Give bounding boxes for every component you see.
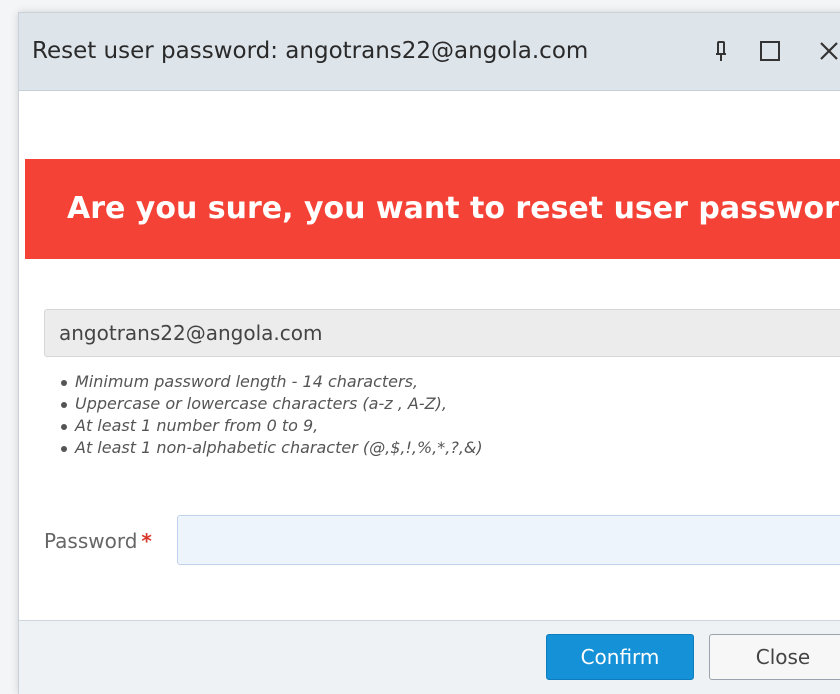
bullet-icon — [61, 402, 67, 408]
bullet-icon — [61, 380, 67, 386]
password-requirements: Minimum password length - 14 characters,… — [59, 371, 819, 459]
requirement-text: Minimum password length - 14 characters, — [75, 372, 418, 391]
password-input[interactable] — [177, 515, 840, 565]
close-icon[interactable] — [814, 36, 840, 66]
requirement-item: At least 1 number from 0 to 9, — [59, 415, 819, 437]
requirement-item: Uppercase or lowercase characters (a-z ,… — [59, 393, 819, 415]
requirement-text: At least 1 non-alphabetic character (@,$… — [75, 438, 483, 457]
requirement-item: Minimum password length - 14 characters, — [59, 371, 819, 393]
dialog-titlebar[interactable]: Reset user password: angotrans22@angola.… — [19, 13, 840, 91]
pin-icon[interactable] — [713, 36, 729, 66]
close-button[interactable]: Close — [709, 634, 840, 680]
requirement-text: Uppercase or lowercase characters (a-z ,… — [75, 394, 447, 413]
dialog-title: Reset user password: angotrans22@angola.… — [32, 38, 589, 64]
maximize-icon[interactable] — [758, 36, 782, 66]
dialog-footer: Confirm Close — [19, 620, 840, 694]
requirement-item: At least 1 non-alphabetic character (@,$… — [59, 437, 819, 459]
required-marker: * — [141, 529, 152, 553]
warning-banner: Are you sure, you want to reset user pas… — [25, 159, 840, 259]
password-label-text: Password — [44, 529, 138, 553]
password-label: Password * — [44, 525, 152, 557]
bullet-icon — [61, 446, 67, 452]
confirm-button[interactable]: Confirm — [546, 634, 694, 680]
requirement-text: At least 1 number from 0 to 9, — [75, 416, 319, 435]
bullet-icon — [61, 424, 67, 430]
email-field: angotrans22@angola.com — [44, 309, 840, 357]
reset-password-dialog: Reset user password: angotrans22@angola.… — [18, 12, 840, 694]
email-value: angotrans22@angola.com — [59, 321, 323, 345]
warning-text: Are you sure, you want to reset user pas… — [67, 191, 840, 226]
